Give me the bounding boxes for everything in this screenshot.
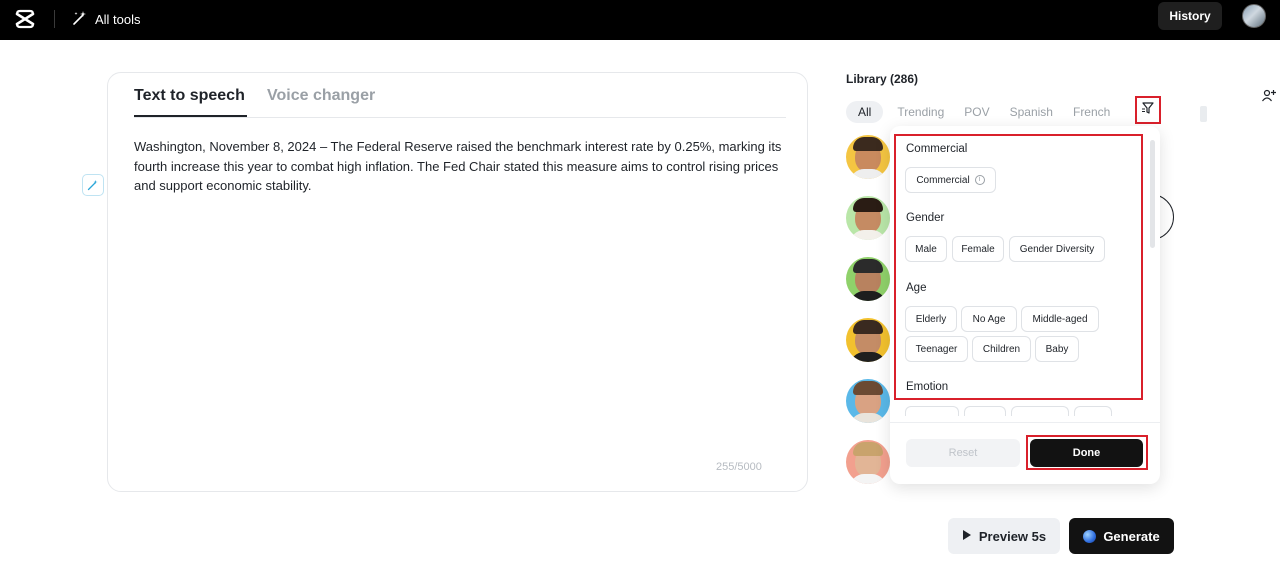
emotion-option-partial[interactable]: [1074, 406, 1112, 416]
generate-button[interactable]: Generate: [1069, 518, 1174, 554]
option-female[interactable]: Female: [952, 236, 1004, 262]
reset-button[interactable]: Reset: [906, 439, 1020, 467]
magic-rewrite-icon[interactable]: [82, 174, 104, 196]
emotion-option-partial[interactable]: [1011, 406, 1069, 416]
option-children[interactable]: Children: [972, 336, 1031, 362]
tab-text-to-speech[interactable]: Text to speech: [134, 87, 245, 105]
option-no-age[interactable]: No Age: [961, 306, 1017, 332]
emotion-option-partial[interactable]: [964, 406, 1006, 416]
voice-avatar-1[interactable]: [846, 135, 890, 179]
option-male[interactable]: Male: [905, 236, 947, 262]
option-baby[interactable]: Baby: [1035, 336, 1079, 362]
library-title: Library (286): [846, 72, 919, 86]
magic-wand-icon: [72, 10, 88, 29]
option-middle-aged[interactable]: Middle-aged: [1021, 306, 1099, 332]
preview-button[interactable]: Preview 5s: [948, 518, 1060, 554]
filter-dropdown: Commercial Commercial i Gender Male Fema…: [890, 126, 1160, 484]
user-avatar[interactable]: [1242, 4, 1266, 28]
emotion-option-partial[interactable]: [905, 406, 959, 416]
top-bar: All tools History: [0, 0, 1280, 40]
library-chip-row: All Trending POV Spanish French: [846, 100, 1130, 124]
option-commercial-label: Commercial: [916, 174, 970, 186]
chip-all[interactable]: All: [846, 101, 884, 123]
chip-spanish[interactable]: Spanish: [1010, 105, 1053, 119]
footer-divider: [890, 422, 1160, 423]
section-emotion-label: Emotion: [906, 381, 949, 393]
chip-french[interactable]: French: [1073, 105, 1110, 119]
active-tab-indicator: [134, 115, 247, 117]
voice-avatar-3[interactable]: [846, 257, 890, 301]
option-gender-diversity[interactable]: Gender Diversity: [1009, 236, 1105, 262]
filter-scrollbar[interactable]: [1150, 140, 1155, 248]
library-scrollbar[interactable]: [1200, 106, 1207, 122]
capcut-logo-icon[interactable]: [14, 8, 36, 30]
script-textarea[interactable]: Washington, November 8, 2024 – The Feder…: [134, 137, 786, 196]
option-commercial[interactable]: Commercial i: [905, 167, 996, 193]
option-elderly[interactable]: Elderly: [905, 306, 957, 332]
voice-avatar-4[interactable]: [846, 318, 890, 362]
generate-orb-icon: [1083, 529, 1097, 543]
character-counter: 255/5000: [716, 461, 762, 473]
chip-trending[interactable]: Trending: [897, 105, 944, 119]
voice-avatar-5[interactable]: [846, 379, 890, 423]
history-button[interactable]: History: [1158, 2, 1222, 30]
generate-label: Generate: [1103, 528, 1160, 544]
filter-button[interactable]: [1135, 96, 1161, 124]
done-button[interactable]: Done: [1030, 439, 1143, 467]
section-commercial-label: Commercial: [906, 143, 968, 155]
editor-card: Text to speech Voice changer Washington,…: [107, 72, 808, 492]
divider: [54, 10, 55, 28]
voice-avatar-2[interactable]: [846, 196, 890, 240]
tab-voice-changer[interactable]: Voice changer: [267, 87, 375, 105]
info-icon: i: [974, 175, 985, 185]
upload-voice-icon[interactable]: [1258, 84, 1280, 106]
section-gender-label: Gender: [906, 212, 945, 224]
chip-pov[interactable]: POV: [964, 105, 989, 119]
tab-divider: [134, 117, 786, 118]
all-tools-label: All tools: [95, 11, 141, 27]
option-teenager[interactable]: Teenager: [905, 336, 968, 362]
preview-label: Preview 5s: [978, 528, 1047, 544]
all-tools-button[interactable]: All tools: [72, 8, 141, 30]
filter-icon: [1141, 101, 1155, 120]
play-icon: [962, 529, 972, 544]
voice-avatar-6[interactable]: [846, 440, 890, 484]
section-age-label: Age: [906, 282, 927, 294]
